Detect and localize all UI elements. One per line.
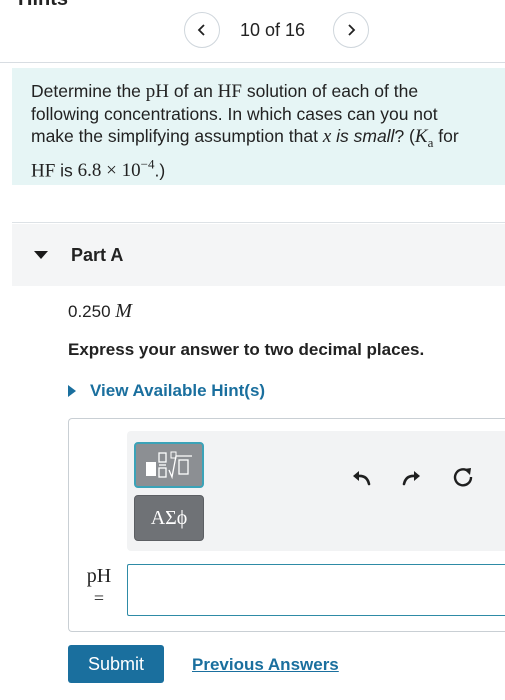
chevron-left-icon — [197, 24, 205, 36]
next-question-button[interactable] — [333, 12, 369, 48]
header-cut-text: Hints — [18, 0, 68, 11]
ka-value: 6.8 × 10−4 — [77, 156, 155, 182]
answer-panel: ΑΣϕ pH = — [68, 418, 505, 632]
ph-answer-input[interactable] — [127, 564, 505, 616]
caret-down-icon[interactable] — [34, 251, 48, 259]
chevron-right-icon — [348, 24, 356, 36]
ph-symbol: pH — [145, 81, 170, 102]
hf-symbol: HF — [217, 81, 242, 102]
hint-link-text[interactable]: View Available Hint(s) — [90, 381, 265, 401]
concentration-value: 0.250 M — [68, 300, 132, 322]
ka-symbol: Ka — [414, 126, 434, 150]
question-position: 10 of 16 — [240, 20, 306, 40]
part-a-header[interactable]: Part A — [12, 224, 505, 286]
question-pager: 10 of 16 — [0, 12, 505, 48]
problem-line-1: Determine the pH of an HF solution of ea… — [31, 81, 419, 102]
divider — [12, 222, 505, 223]
undo-icon[interactable] — [350, 465, 374, 489]
template-icon — [146, 451, 192, 480]
problem-line-4: HF is 6.8 × 10−4.) — [31, 156, 166, 182]
x-variable: x — [322, 126, 332, 147]
redo-icon[interactable] — [399, 465, 423, 489]
answer-instruction: Express your answer to two decimal place… — [68, 340, 425, 359]
greek-symbols-button[interactable]: ΑΣϕ — [134, 495, 204, 541]
answer-label: pH = — [86, 565, 112, 608]
math-toolbar: ΑΣϕ — [127, 431, 505, 551]
part-title: Part A — [71, 245, 124, 265]
previous-answers-link[interactable]: Previous Answers — [192, 655, 339, 675]
reset-icon[interactable] — [451, 465, 475, 489]
caret-right-icon — [68, 385, 76, 397]
previous-question-button[interactable] — [184, 12, 220, 48]
problem-statement: Determine the pH of an HF solution of ea… — [12, 68, 505, 185]
submit-button[interactable]: Submit — [68, 645, 164, 683]
divider — [0, 62, 505, 63]
templates-button[interactable] — [134, 442, 204, 488]
view-hints-link[interactable]: View Available Hint(s) — [68, 380, 265, 402]
problem-line-3: make the simplifying assumption that x i… — [31, 126, 459, 150]
problem-line-2: following concentrations. In which cases… — [31, 104, 438, 124]
